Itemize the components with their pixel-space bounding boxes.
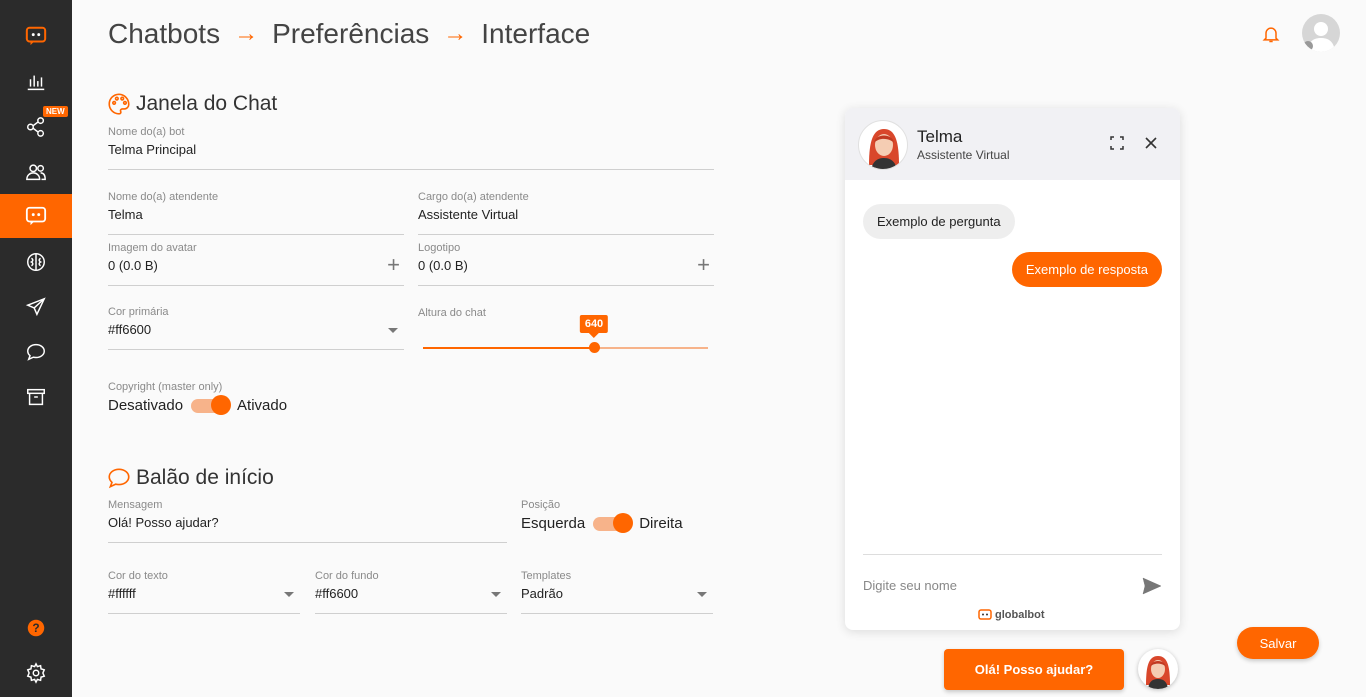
copyright-label: Copyright (master only)	[108, 381, 223, 393]
avatar-image-field[interactable]: Imagem do avatar 0 (0.0 B) +	[108, 242, 404, 286]
slider-thumb[interactable]	[589, 342, 600, 353]
archive-icon[interactable]	[0, 375, 72, 419]
breadcrumb-preferences[interactable]: Preferências	[272, 18, 429, 50]
chevron-down-icon	[491, 592, 501, 597]
chat-height-slider[interactable]: 640	[423, 315, 708, 353]
slider-fill	[423, 347, 594, 349]
user-avatar[interactable]	[1302, 14, 1340, 52]
brain-icon[interactable]	[0, 240, 72, 284]
sample-question: Exemplo de pergunta	[863, 204, 1015, 239]
logo-field[interactable]: Logotipo 0 (0.0 B) +	[418, 242, 714, 286]
chat-icon[interactable]	[0, 330, 72, 374]
copyright-toggle-row: Desativado Ativado	[108, 394, 287, 415]
new-badge: NEW	[43, 106, 68, 117]
breadcrumb: Chatbots → Preferências → Interface	[108, 18, 590, 50]
logo-icon[interactable]	[0, 14, 72, 58]
chevron-down-icon	[284, 592, 294, 597]
chat-name-input[interactable]: Digite seu nome	[863, 578, 957, 593]
chat-height-label: Altura do chat	[418, 307, 486, 319]
chevron-down-icon	[388, 328, 398, 333]
send-icon[interactable]	[0, 285, 72, 329]
sample-answer: Exemplo de resposta	[1011, 252, 1162, 287]
position-toggle-row: Esquerda Direita	[521, 512, 683, 533]
save-button[interactable]: Salvar	[1237, 627, 1319, 659]
expand-icon[interactable]	[1110, 136, 1124, 150]
stats-icon[interactable]	[0, 60, 72, 104]
sidebar: NEW ?	[0, 0, 72, 697]
primary-color-select[interactable]: Cor primária #ff6600	[108, 306, 404, 350]
divider	[863, 554, 1162, 555]
close-icon[interactable]	[1143, 135, 1159, 151]
chat-header: Telma Assistente Virtual	[845, 108, 1180, 180]
slider-value: 640	[579, 315, 609, 338]
slider-track	[594, 347, 708, 349]
chevron-down-icon	[697, 592, 707, 597]
add-logo-icon[interactable]: +	[697, 254, 710, 276]
agent-role-input[interactable]: Assistente Virtual	[418, 207, 518, 222]
preview-bot-role: Assistente Virtual	[917, 148, 1010, 162]
chat-preview: Telma Assistente Virtual Exemplo de perg…	[845, 108, 1180, 630]
brand-logo: globalbot	[978, 609, 1045, 621]
breadcrumb-interface: Interface	[481, 18, 591, 49]
templates-select[interactable]: Templates Padrão	[521, 570, 713, 614]
breadcrumb-chatbots[interactable]: Chatbots	[108, 18, 220, 50]
preview-bot-name: Telma	[917, 127, 963, 146]
globalbot-logo-icon	[978, 609, 992, 620]
agent-role-field[interactable]: Cargo do(a) atendente Assistente Virtual	[418, 191, 714, 235]
bg-color-select[interactable]: Cor do fundo #ff6600	[315, 570, 507, 614]
agent-name-field[interactable]: Nome do(a) atendente Telma	[108, 191, 404, 235]
svg-text:?: ?	[32, 621, 39, 635]
speech-bubble-icon	[108, 468, 130, 489]
help-icon[interactable]: ?	[0, 606, 72, 650]
start-balloon-section-title: Balão de início	[106, 465, 274, 491]
add-avatar-icon[interactable]: +	[387, 254, 400, 276]
users-icon[interactable]	[0, 150, 72, 194]
position-toggle[interactable]	[593, 512, 634, 533]
balloon-message-input[interactable]: Olá! Posso ajudar?	[108, 515, 219, 530]
bot-name-field[interactable]: Nome do(a) bot Telma Principal	[108, 126, 714, 170]
launcher-avatar[interactable]	[1138, 649, 1178, 689]
launcher-bubble[interactable]: Olá! Posso ajudar?	[944, 649, 1124, 690]
text-color-select[interactable]: Cor do texto #ffffff	[108, 570, 300, 614]
send-icon[interactable]	[1142, 577, 1162, 595]
arrow-right-icon: →	[443, 20, 468, 47]
bot-name-input[interactable]: Telma Principal	[108, 142, 196, 157]
chat-window-section-title: Janela do Chat	[106, 91, 277, 117]
arrow-right-icon: →	[234, 20, 259, 47]
bot-avatar	[858, 120, 908, 170]
balloon-message-field[interactable]: Mensagem Olá! Posso ajudar?	[108, 499, 507, 543]
settings-icon[interactable]	[0, 651, 72, 695]
copyright-toggle[interactable]	[191, 394, 232, 415]
agent-name-input[interactable]: Telma	[108, 207, 143, 222]
bell-icon[interactable]	[1261, 24, 1281, 44]
chatbot-icon[interactable]	[0, 194, 72, 238]
palette-icon	[108, 93, 130, 115]
position-label: Posição	[521, 499, 561, 511]
